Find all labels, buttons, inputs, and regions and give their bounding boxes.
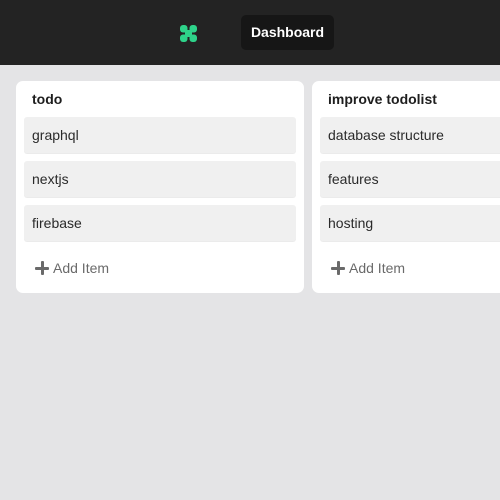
dashboard-button[interactable]: Dashboard [241,15,334,50]
clover-icon[interactable] [180,25,197,42]
add-item-label: Add Item [349,260,406,276]
top-navbar: Dashboard [0,0,500,65]
add-item-label: Add Item [53,260,110,276]
kanban-board: todo graphql nextjs firebase Add Item im… [0,65,500,500]
list-item[interactable]: firebase [24,205,296,241]
list-item[interactable]: database structure [320,117,500,153]
list-column-todo: todo graphql nextjs firebase Add Item [16,81,304,293]
column-title[interactable]: todo [32,91,62,107]
list-item[interactable]: graphql [24,117,296,153]
list-column-improve-todolist: improve todolist database structure feat… [312,81,500,293]
plus-icon [331,261,345,275]
add-item-button[interactable]: Add Item [35,258,109,278]
plus-icon [35,261,49,275]
add-item-button[interactable]: Add Item [331,258,405,278]
list-item[interactable]: nextjs [24,161,296,197]
column-title[interactable]: improve todolist [328,91,437,107]
list-item[interactable]: hosting [320,205,500,241]
list-item[interactable]: features [320,161,500,197]
